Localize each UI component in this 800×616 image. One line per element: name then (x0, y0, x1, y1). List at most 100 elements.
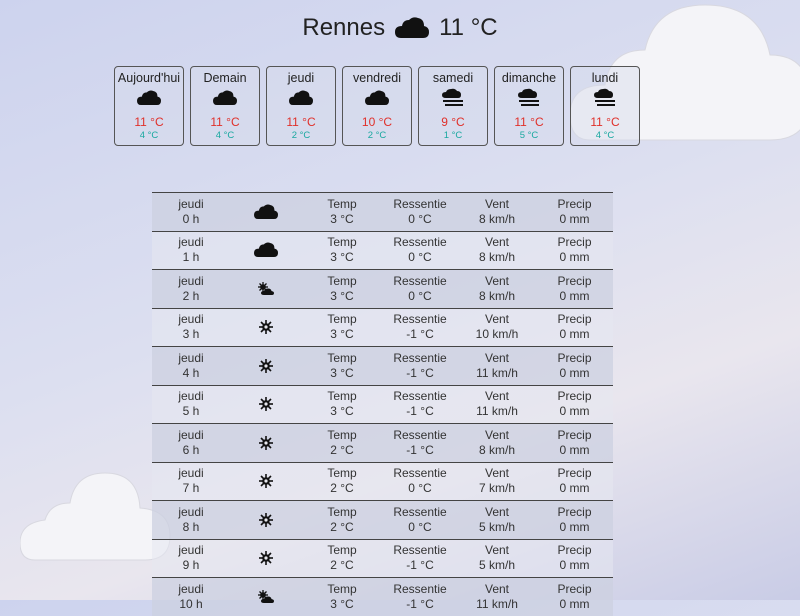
time-label: jeudi (178, 273, 204, 288)
time-value: 2 h (182, 288, 200, 303)
wind-cell: Vent 10 km/h (458, 312, 536, 342)
wind-cell: Vent 11 km/h (458, 389, 536, 419)
day-card[interactable]: Aujourd'hui 11 °C 4 °C (114, 66, 184, 146)
hour-row: jeudi 0 h Temp 3 °C Ressentie 0 °C Vent 8 km/h P… (152, 192, 613, 231)
cloud-icon (115, 87, 183, 109)
precip-value: 0 mm (559, 211, 590, 226)
precip-value: 0 mm (559, 596, 590, 611)
feels-like-cell: Ressentie -1 °C (382, 582, 458, 612)
partly-cloudy-icon (230, 589, 302, 604)
sun-icon (230, 474, 302, 489)
precip-cell: Precip 0 mm (536, 312, 613, 342)
day-max-temp: 11 °C (134, 115, 164, 129)
temp-label: Temp (327, 466, 357, 481)
precip-value: 0 mm (559, 558, 590, 573)
feels-like-label: Ressentie (393, 581, 447, 596)
temp-cell: Temp 3 °C (302, 312, 382, 342)
time-value: 5 h (182, 404, 200, 419)
day-max-temp: 11 °C (514, 115, 544, 129)
precip-label: Precip (557, 581, 592, 596)
day-min-temp: 2 °C (367, 130, 387, 141)
wind-value: 11 km/h (476, 404, 518, 419)
temp-cell: Temp 3 °C (302, 389, 382, 419)
time-label: jeudi (178, 389, 204, 404)
precip-value: 0 mm (559, 404, 590, 419)
temp-label: Temp (327, 543, 357, 558)
feels-like-label: Ressentie (393, 312, 447, 327)
temp-label: Temp (327, 235, 357, 250)
temp-cell: Temp 2 °C (302, 543, 382, 573)
day-card[interactable]: samedi 9 °C 1 °C (418, 66, 488, 146)
temp-label: Temp (327, 350, 357, 365)
fog-icon (419, 87, 487, 109)
precip-cell: Precip 0 mm (536, 389, 613, 419)
time-cell: jeudi 8 h (152, 505, 230, 535)
sun-icon (230, 358, 302, 373)
time-value: 1 h (182, 250, 200, 265)
precip-value: 0 mm (559, 288, 590, 303)
temp-cell: Temp 3 °C (302, 197, 382, 227)
feels-like-cell: Ressentie 0 °C (382, 235, 458, 265)
precip-cell: Precip 0 mm (536, 235, 613, 265)
precip-value: 0 mm (559, 519, 590, 534)
cloud-icon (230, 203, 302, 221)
temp-label: Temp (327, 427, 357, 442)
temp-value: 3 °C (330, 404, 354, 419)
wind-label: Vent (484, 427, 510, 442)
day-name: Demain (203, 71, 247, 85)
wind-label: Vent (484, 389, 510, 404)
fog-icon (495, 87, 563, 109)
day-card[interactable]: jeudi 11 °C 2 °C (266, 66, 336, 146)
time-value: 10 h (179, 596, 203, 611)
wind-value: 8 km/h (478, 288, 515, 303)
day-name: dimanche (501, 71, 557, 85)
temp-value: 2 °C (330, 519, 354, 534)
wind-cell: Vent 11 km/h (458, 351, 536, 381)
temp-label: Temp (327, 312, 357, 327)
wind-value: 11 km/h (476, 365, 518, 380)
time-value: 9 h (182, 558, 200, 573)
time-cell: jeudi 6 h (152, 428, 230, 458)
day-card[interactable]: vendredi 10 °C 2 °C (342, 66, 412, 146)
sun-icon (230, 397, 302, 412)
hour-row: jeudi 7 h Temp 2 °C Ressentie 0 °C Vent 7 km/h P… (152, 461, 613, 500)
cloud-icon (191, 87, 259, 109)
time-label: jeudi (178, 350, 204, 365)
feels-like-cell: Ressentie 0 °C (382, 197, 458, 227)
time-label: jeudi (178, 312, 204, 327)
hour-row: jeudi 6 h Temp 2 °C Ressentie -1 °C Vent 8 km/h… (152, 423, 613, 462)
temp-label: Temp (327, 389, 357, 404)
feels-like-value: 0 °C (408, 481, 432, 496)
wind-label: Vent (484, 273, 510, 288)
time-label: jeudi (178, 427, 204, 442)
precip-label: Precip (557, 196, 592, 211)
wind-label: Vent (484, 350, 510, 365)
sun-icon (230, 512, 302, 527)
temp-value: 2 °C (330, 558, 354, 573)
temp-cell: Temp 3 °C (302, 274, 382, 304)
wind-value: 8 km/h (478, 442, 515, 457)
temp-cell: Temp 2 °C (302, 466, 382, 496)
feels-like-cell: Ressentie -1 °C (382, 351, 458, 381)
precip-cell: Precip 0 mm (536, 543, 613, 573)
feels-like-cell: Ressentie -1 °C (382, 543, 458, 573)
day-min-temp: 4 °C (595, 130, 615, 141)
feels-like-label: Ressentie (393, 273, 447, 288)
temp-value: 3 °C (330, 211, 354, 226)
wind-cell: Vent 8 km/h (458, 274, 536, 304)
wind-value: 8 km/h (478, 250, 515, 265)
precip-cell: Precip 0 mm (536, 351, 613, 381)
wind-label: Vent (484, 466, 510, 481)
hour-row: jeudi 2 h Temp 3 °C Ressentie 0 °C Vent 8 km/h P… (152, 269, 613, 308)
precip-label: Precip (557, 543, 592, 558)
precip-value: 0 mm (559, 365, 590, 380)
precip-cell: Precip 0 mm (536, 466, 613, 496)
temp-value: 3 °C (330, 288, 354, 303)
day-card[interactable]: lundi 11 °C 4 °C (570, 66, 640, 146)
time-cell: jeudi 9 h (152, 543, 230, 573)
day-card[interactable]: dimanche 11 °C 5 °C (494, 66, 564, 146)
wind-cell: Vent 5 km/h (458, 505, 536, 535)
temp-cell: Temp 2 °C (302, 428, 382, 458)
day-card[interactable]: Demain 11 °C 4 °C (190, 66, 260, 146)
feels-like-value: -1 °C (406, 596, 434, 611)
